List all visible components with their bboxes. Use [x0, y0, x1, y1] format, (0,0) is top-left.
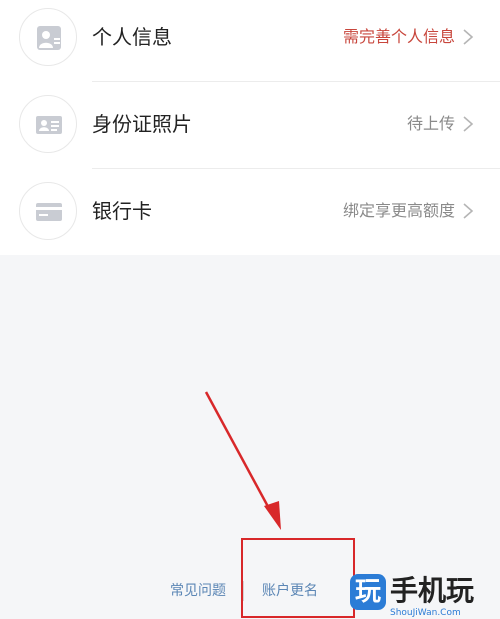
- faq-link[interactable]: 常见问题: [170, 581, 226, 601]
- id-card-icon: [19, 95, 77, 153]
- chevron-right-icon: [463, 116, 474, 132]
- list-item-title: 银行卡: [92, 199, 152, 223]
- verification-list: 个人信息 需完善个人信息 身份证照片 待上传 银行卡 绑定享更高额度: [0, 0, 500, 255]
- list-item-status: 绑定享更高额度: [342, 201, 455, 220]
- watermark-logo-icon: 玩: [350, 574, 386, 610]
- list-item-id-photo[interactable]: 身份证照片 待上传: [0, 82, 500, 168]
- watermark: 玩 手机玩 ShouJiWan.Com: [346, 572, 496, 619]
- list-item-status: 需完善个人信息: [342, 27, 455, 46]
- bank-card-icon: [19, 182, 77, 240]
- list-item-title: 个人信息: [92, 25, 172, 49]
- watermark-name: 手机玩: [390, 574, 475, 607]
- list-item-bank-card[interactable]: 银行卡 绑定享更高额度: [0, 169, 500, 255]
- chevron-right-icon: [463, 203, 474, 219]
- list-item-personal-info[interactable]: 个人信息 需完善个人信息: [0, 0, 500, 81]
- watermark-url: ShouJiWan.Com: [390, 608, 461, 618]
- person-id-icon: [19, 8, 77, 66]
- list-item-status: 待上传: [406, 114, 455, 133]
- list-item-title: 身份证照片: [92, 112, 192, 136]
- chevron-right-icon: [463, 29, 474, 45]
- annotation-highlight-box: [241, 538, 355, 618]
- watermark-logo-char: 玩: [354, 577, 381, 607]
